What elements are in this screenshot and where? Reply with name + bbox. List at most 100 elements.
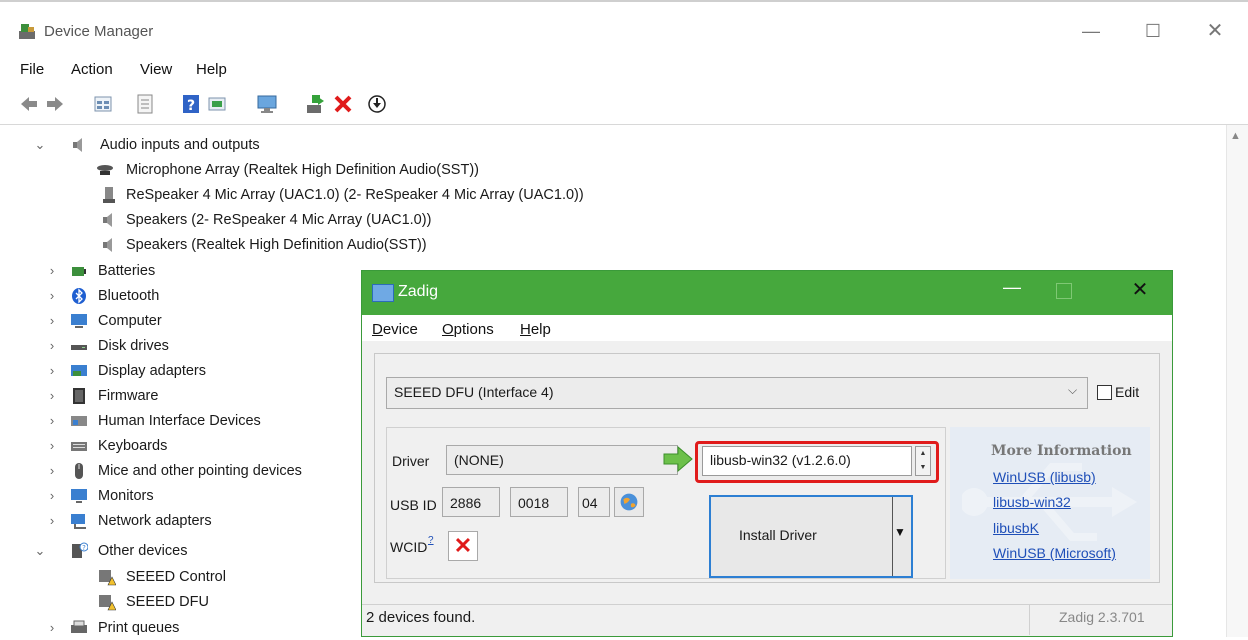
menu-help[interactable]: Help: [196, 61, 227, 78]
chevron-right-icon[interactable]: ›: [46, 359, 58, 383]
properties-grid-icon[interactable]: [92, 93, 114, 115]
printer-icon: [71, 620, 87, 633]
chevron-right-icon[interactable]: ›: [46, 334, 58, 358]
driver-spinner[interactable]: ▲ ▼: [915, 446, 931, 476]
zadig-maximize-button[interactable]: [1056, 283, 1072, 299]
usb-mi-value: 04: [582, 495, 598, 511]
link-winusb-microsoft[interactable]: WinUSB (Microsoft): [993, 545, 1116, 561]
keyboard-icon: [71, 442, 87, 451]
chevron-right-icon[interactable]: ›: [46, 384, 58, 408]
mouse-icon: [75, 463, 83, 479]
status-text: 2 devices found.: [366, 609, 476, 626]
chevron-down-icon[interactable]: ⌄: [34, 133, 46, 157]
link-winusb-libusb[interactable]: WinUSB (libusb): [993, 469, 1096, 485]
zadig-menu-options[interactable]: Options: [442, 321, 494, 338]
help-icon[interactable]: ?: [180, 93, 202, 115]
vertical-scrollbar[interactable]: [1226, 125, 1248, 637]
download-circle-icon[interactable]: [366, 93, 388, 115]
chevron-right-icon[interactable]: ›: [46, 616, 58, 640]
tree-label: ReSpeaker 4 Mic Array (UAC1.0) (2- ReSpe…: [126, 187, 584, 203]
zadig-menu-help[interactable]: Help: [520, 321, 551, 338]
update-driver-icon[interactable]: [206, 93, 228, 115]
install-driver-label: Install Driver: [739, 527, 817, 543]
minimize-button[interactable]: —: [1068, 14, 1114, 48]
zadig-app-icon: [372, 284, 394, 302]
tree-label: SEEED DFU: [126, 594, 209, 610]
chevron-right-icon[interactable]: ›: [46, 459, 58, 483]
forward-arrow-icon[interactable]: [44, 93, 66, 115]
tree-label: Speakers (Realtek High Definition Audio(…: [126, 237, 427, 253]
wcid-status-x-icon: ✕: [448, 531, 478, 561]
tree-label: Audio inputs and outputs: [100, 137, 260, 153]
chevron-right-icon[interactable]: ›: [46, 309, 58, 333]
status-separator: [1029, 605, 1030, 635]
menu-view[interactable]: View: [140, 61, 172, 78]
zadig-window: Zadig — ✕ Device Options Help SEEED DFU …: [361, 270, 1173, 637]
warning-device-icon: [99, 595, 116, 611]
usb-database-globe-icon[interactable]: [614, 487, 644, 517]
device-select-value: SEEED DFU (Interface 4): [394, 384, 554, 400]
back-arrow-icon[interactable]: [18, 93, 40, 115]
device-manager-titlebar[interactable]: [0, 2, 1248, 50]
wcid-help-link[interactable]: ?: [428, 535, 434, 546]
tree-label: Speakers (2- ReSpeaker 4 Mic Array (UAC1…: [126, 212, 432, 228]
install-dropdown-arrow-icon[interactable]: ▼: [894, 525, 906, 539]
wcid-label: WCID: [390, 539, 428, 555]
speaker-icon: [103, 213, 112, 227]
document-icon[interactable]: [134, 93, 156, 115]
uninstall-x-icon[interactable]: [332, 93, 354, 115]
chevron-down-icon[interactable]: ⌵: [1068, 383, 1077, 398]
driver-label: Driver: [392, 453, 430, 469]
zadig-minimize-button[interactable]: —: [992, 277, 1032, 298]
device-manager-icon: [19, 24, 35, 39]
speaker-icon: [73, 138, 82, 152]
chevron-down-icon[interactable]: ⌄: [34, 539, 46, 563]
chevron-right-icon[interactable]: ›: [46, 434, 58, 458]
unknown-device-icon: ?: [72, 542, 88, 558]
zadig-close-button[interactable]: ✕: [1120, 277, 1160, 302]
tree-label: Disk drives: [98, 338, 169, 354]
zadig-title: Zadig: [398, 283, 439, 300]
chevron-right-icon[interactable]: ›: [46, 259, 58, 283]
version-label: Zadig 2.3.701: [1059, 609, 1145, 625]
close-button[interactable]: ✕: [1192, 14, 1238, 48]
add-driver-icon[interactable]: [304, 93, 326, 115]
maximize-button[interactable]: ☐: [1130, 14, 1176, 48]
edit-checkbox[interactable]: [1097, 385, 1112, 400]
chevron-right-icon[interactable]: ›: [46, 509, 58, 533]
tree-label: Keyboards: [98, 438, 168, 454]
chevron-right-icon[interactable]: ›: [46, 409, 58, 433]
microphone-device-icon: [97, 165, 113, 175]
chevron-right-icon[interactable]: ›: [46, 284, 58, 308]
computer-icon: [71, 314, 87, 328]
target-driver-value: libusb-win32 (v1.2.6.0): [710, 452, 851, 468]
bluetooth-icon: [72, 288, 86, 304]
tree-label: Human Interface Devices: [98, 413, 261, 429]
status-bar: [362, 604, 1172, 636]
current-driver-value: (NONE): [454, 452, 504, 468]
window-title: Device Manager: [44, 23, 154, 40]
tree-label: Firmware: [98, 388, 159, 404]
menu-action[interactable]: Action: [71, 61, 113, 78]
menu-bar: [0, 58, 1248, 82]
link-libusbk[interactable]: libusbK: [993, 520, 1039, 536]
more-information-title: More Information: [991, 443, 1132, 459]
tree-label: Network adapters: [98, 513, 212, 529]
menu-file[interactable]: File: [20, 61, 44, 78]
scroll-up-arrow-icon[interactable]: ▲: [1230, 130, 1241, 142]
display-adapter-icon: [71, 365, 87, 376]
scan-hardware-icon[interactable]: [256, 93, 278, 115]
green-arrow-icon: [663, 445, 693, 473]
edit-label: Edit: [1115, 384, 1140, 400]
zadig-menu-device[interactable]: Device: [372, 321, 418, 338]
firmware-chip-icon: [73, 388, 85, 404]
link-libusb-win32[interactable]: libusb-win32: [993, 494, 1071, 510]
monitor-icon: [71, 489, 87, 503]
warning-device-icon: [99, 570, 116, 586]
svg-text:?: ?: [82, 544, 86, 552]
tree-label: Computer: [98, 313, 162, 329]
tree-label: SEEED Control: [126, 569, 226, 585]
zadig-titlebar[interactable]: [362, 271, 1172, 315]
tree-label: Monitors: [98, 488, 154, 504]
chevron-right-icon[interactable]: ›: [46, 484, 58, 508]
